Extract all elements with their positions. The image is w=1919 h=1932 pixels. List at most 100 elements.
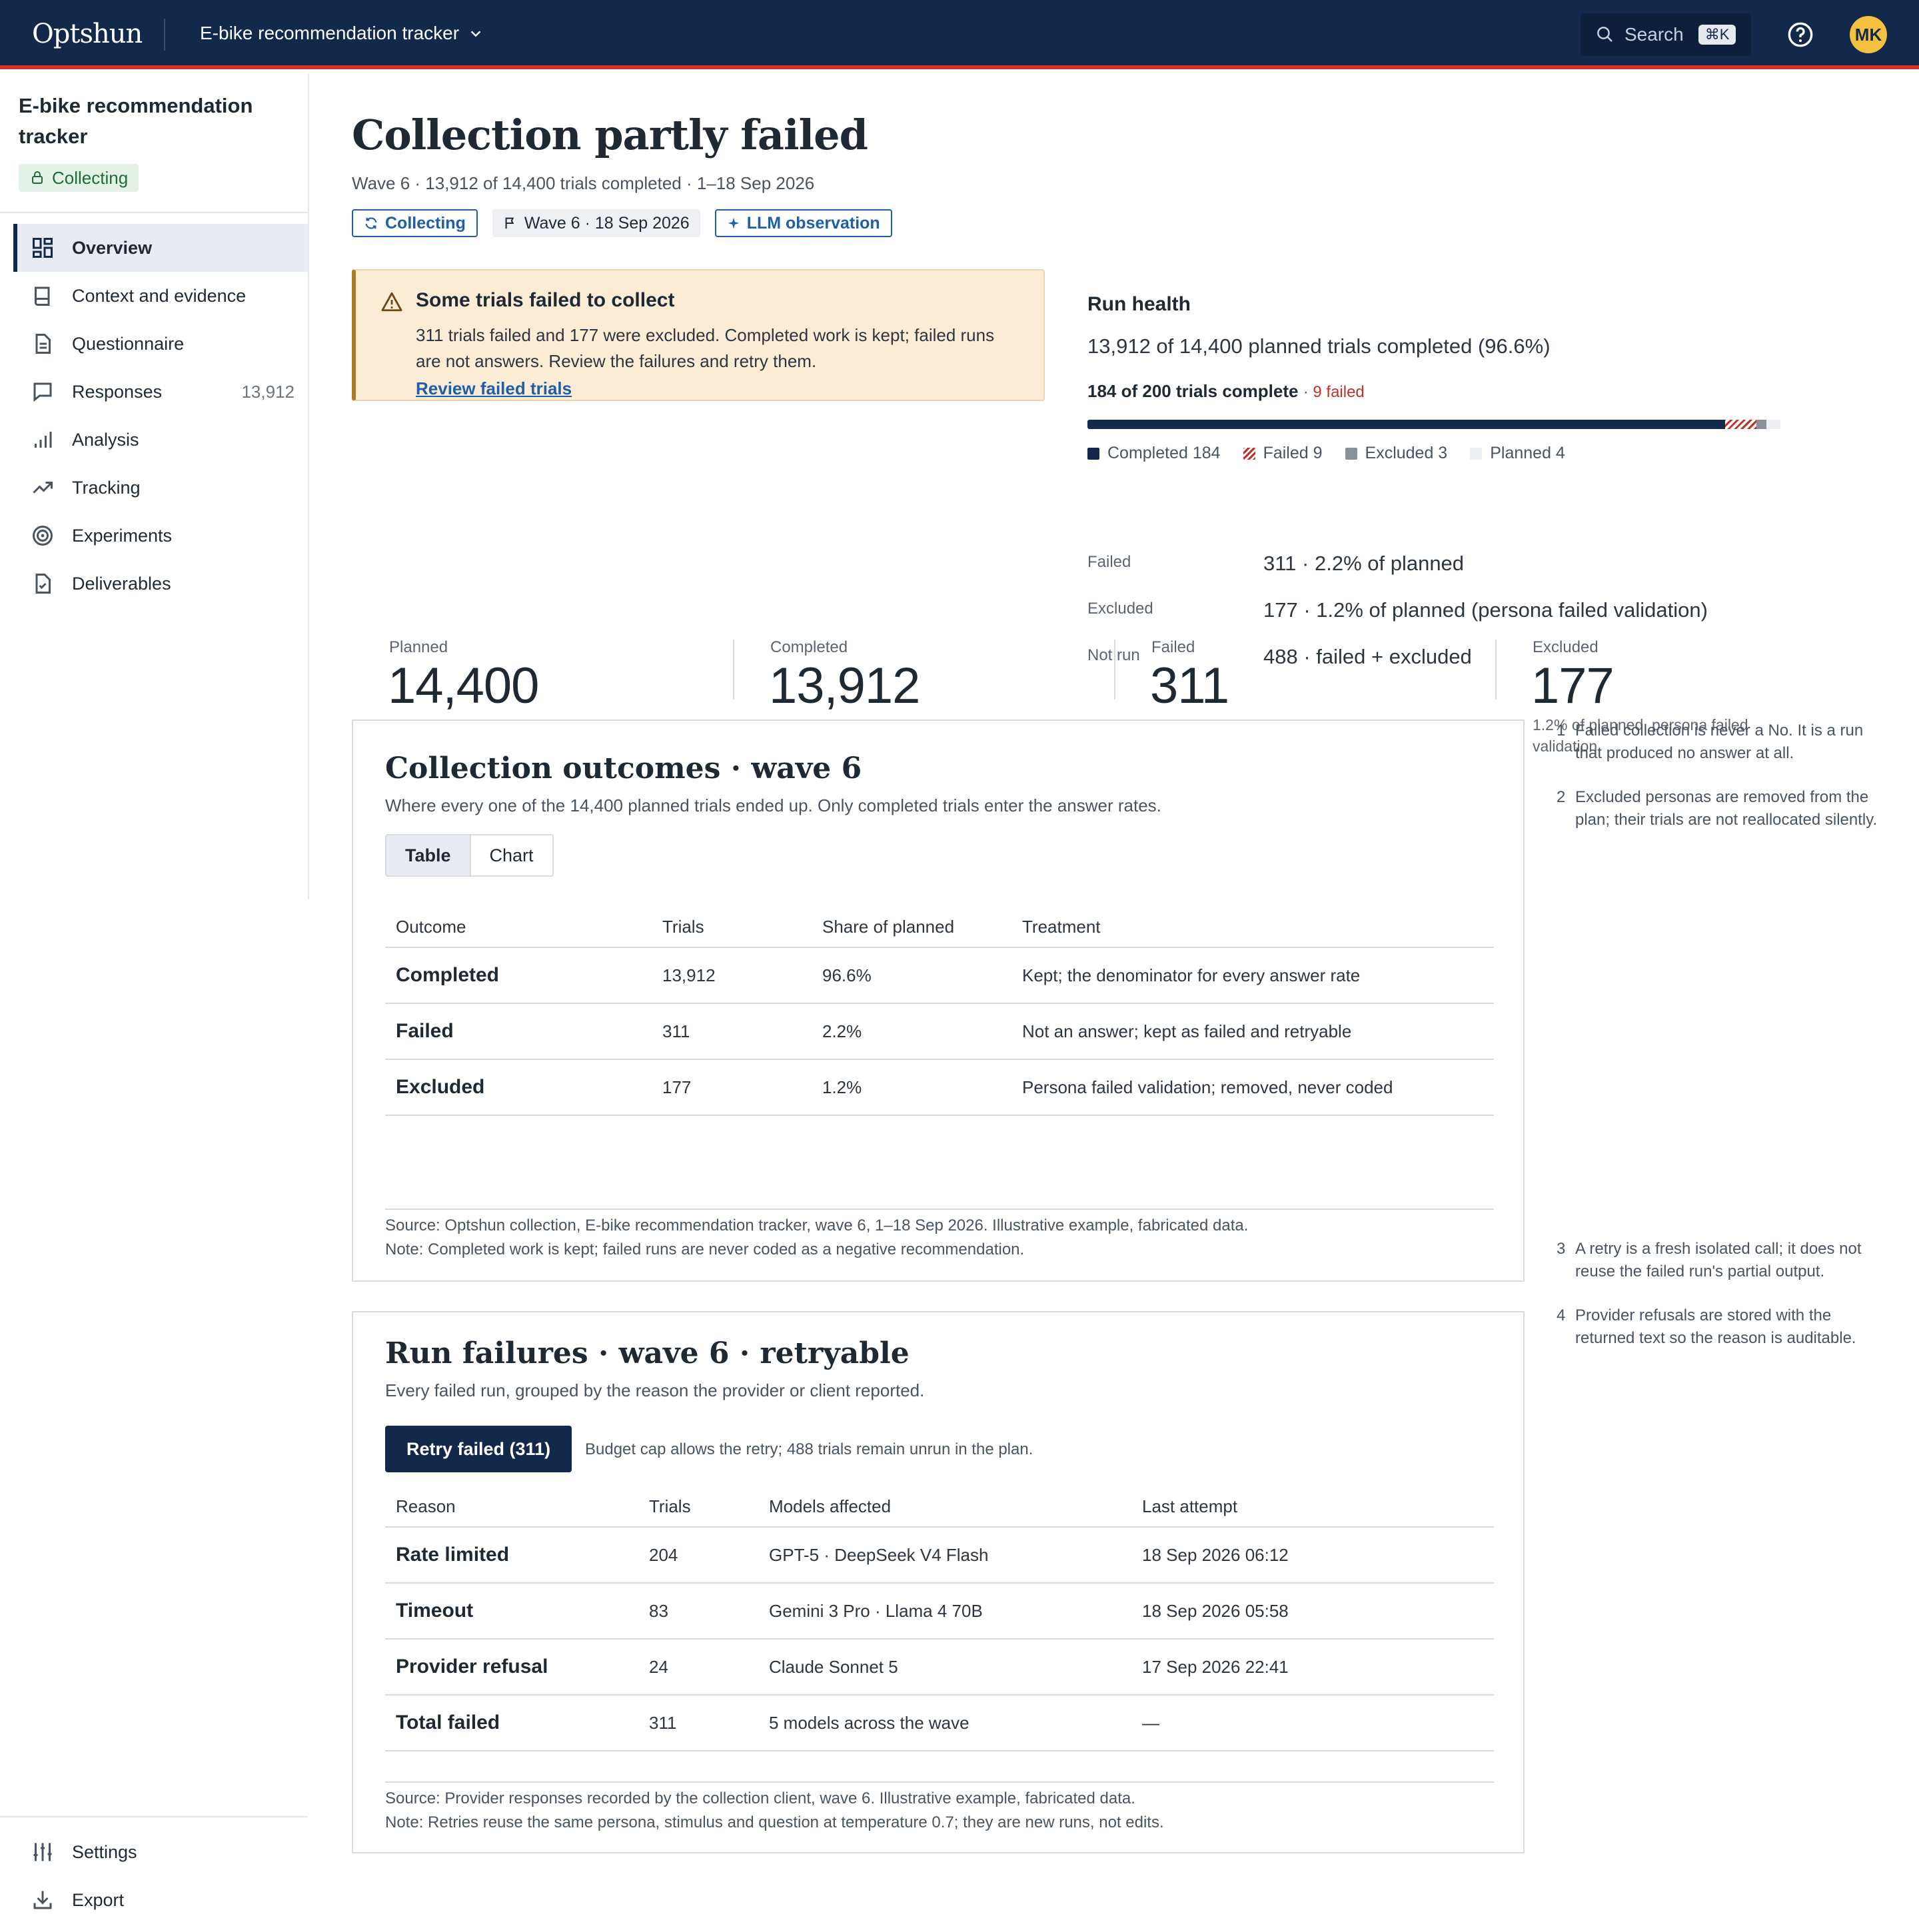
retry-failed-button[interactable]: Retry failed (311) <box>385 1426 572 1472</box>
stat-planned: Planned 14,400 <box>352 630 698 714</box>
health-row-value: 311 · 2.2% of planned <box>1263 552 1465 575</box>
side-note: 4 Provider refusals are stored with the r… <box>1533 1304 1879 1350</box>
side-note: 3 A retry is a fresh isolated call; it do… <box>1533 1238 1879 1283</box>
sidebar-item-label: Responses <box>72 381 163 402</box>
progress-bar <box>1087 420 1780 429</box>
stat-divider <box>733 640 734 700</box>
column-header: Share of planned <box>812 907 1011 948</box>
table-cell: 83 <box>638 1583 758 1640</box>
sliders-icon <box>33 1843 52 1861</box>
chip-label: Collecting <box>385 213 466 233</box>
table-row: Excluded 177 1.2% Persona failed validat… <box>385 1059 1494 1116</box>
source-divider <box>385 1781 1494 1783</box>
review-failed-link[interactable]: Review failed trials <box>416 378 572 399</box>
collecting-chip[interactable]: Collecting <box>352 209 478 237</box>
sidebar-item-deliverables[interactable]: Deliverables <box>13 560 308 608</box>
sidebar-project-title: E-bike recommendation tracker <box>19 94 253 148</box>
chip-label: Wave 6 · 18 Sep 2026 <box>524 213 690 233</box>
sidebar-divider <box>0 212 308 213</box>
alert-body: 311 trials failed and 177 were excluded.… <box>416 325 995 371</box>
search-button[interactable]: Search ⌘K <box>1581 13 1751 56</box>
sidebar-item-label: Analysis <box>72 429 139 450</box>
note-text: Provider refusals are stored with the re… <box>1575 1306 1856 1347</box>
retry-note: Budget cap allows the retry; 488 trials … <box>585 1440 1033 1458</box>
table-cell: 17 Sep 2026 22:41 <box>1131 1639 1494 1695</box>
sidebar-item-settings[interactable]: Settings <box>13 1828 308 1876</box>
column-header: Outcome <box>385 907 652 948</box>
note-number: 4 <box>1557 1306 1566 1324</box>
sidebar-item-questionnaire[interactable]: Questionnaire <box>13 320 308 368</box>
logo[interactable]: Optshun <box>32 19 143 49</box>
page-subtitle: Wave 6 · 13,912 of 14,400 trials complet… <box>352 173 815 193</box>
stat-row: Planned 14,400 Completed 13,912 Failed 3… <box>352 630 1884 755</box>
document-icon <box>35 334 51 354</box>
table-cell: 96.6% <box>812 947 1011 1004</box>
column-header: Treatment <box>1011 907 1494 948</box>
topbar-divider <box>164 19 165 51</box>
wave-chip: Wave 6 · 18 Sep 2026 <box>492 209 700 237</box>
table-cell: Completed <box>385 947 652 1004</box>
column-header: Trials <box>652 907 812 948</box>
outcomes-title: Collection outcomes · wave 6 <box>385 751 862 785</box>
table-cell: Rate limited <box>385 1527 638 1584</box>
sidebar-item-label: Experiments <box>72 525 173 546</box>
sidebar-item-label: Tracking <box>72 477 141 498</box>
legend-completed: Completed 184 <box>1087 444 1221 463</box>
table-row: Total failed 311 5 models across the wav… <box>385 1695 1494 1751</box>
sidebar-item-responses[interactable]: Responses 13,912 <box>13 368 308 416</box>
speech-bubble-icon <box>33 382 52 402</box>
project-switcher[interactable]: E-bike recommendation tracker <box>200 23 483 44</box>
stat-value: 13,912 <box>769 658 920 714</box>
table-header-row: Outcome Trials Share of planned Treatmen… <box>385 907 1494 948</box>
search-shortcut: ⌘K <box>1698 25 1736 45</box>
stat-value: 311 <box>1150 658 1229 714</box>
table-view-button[interactable]: Table <box>386 835 471 875</box>
table-cell: Not an answer; kept as failed and retrya… <box>1011 1003 1494 1060</box>
table-cell: 2.2% <box>812 1003 1011 1060</box>
health-row-label: Failed <box>1087 553 1131 571</box>
failures-note: Note: Retries reuse the same persona, st… <box>385 1813 1164 1831</box>
sidebar-item-export[interactable]: Export <box>13 1876 308 1924</box>
outcomes-table: Outcome Trials Share of planned Treatmen… <box>385 907 1494 1116</box>
sidebar-footer-divider <box>0 1816 308 1817</box>
progress-failed: · 9 failed <box>1303 383 1365 401</box>
sidebar-item-experiments[interactable]: Experiments <box>13 512 308 560</box>
table-cell: 24 <box>638 1639 758 1695</box>
help-icon[interactable] <box>1787 21 1814 48</box>
outcomes-source: Source: Optshun collection, E-bike recom… <box>385 1216 1249 1234</box>
chart-view-button[interactable]: Chart <box>471 835 552 875</box>
health-row-value: 177 · 1.2% of planned (persona failed va… <box>1263 598 1708 622</box>
note-number: 2 <box>1557 788 1566 806</box>
warning-icon <box>381 292 402 312</box>
status-chips: Collecting Wave 6 · 18 Sep 2026 LLM obse… <box>352 209 892 237</box>
stat-label: Completed <box>770 638 848 656</box>
stat-completed: Completed 13,912 <box>733 630 1079 714</box>
table-cell: Total failed <box>385 1695 638 1751</box>
llm-observation-chip[interactable]: LLM observation <box>714 209 892 237</box>
sidebar-item-analysis[interactable]: Analysis <box>13 416 308 464</box>
avatar[interactable]: MK <box>1850 16 1887 53</box>
sidebar: E-bike recommendation tracker Collecting… <box>0 73 309 1932</box>
sidebar-item-overview[interactable]: Overview <box>13 224 308 272</box>
run-health-title: Run health <box>1087 293 1191 315</box>
stat-excluded: Excluded 177 1.2% of planned, persona fa… <box>1495 630 1842 755</box>
sidebar-item-context[interactable]: Context and evidence <box>13 272 308 320</box>
table-cell: — <box>1131 1695 1494 1751</box>
progress-planned-segment <box>1766 420 1780 429</box>
table-cell: Failed <box>385 1003 652 1060</box>
search-label: Search <box>1624 24 1684 45</box>
side-note: 2 Excluded personas are removed from the … <box>1533 786 1879 831</box>
outcomes-subtitle: Where every one of the 14,400 planned tr… <box>385 795 1161 815</box>
column-header: Trials <box>638 1487 758 1528</box>
status-badge: Collecting <box>19 164 139 192</box>
progress-excluded-segment <box>1756 420 1767 429</box>
top-bar: Optshun E-bike recommendation tracker Se… <box>0 0 1919 69</box>
table-cell: GPT-5 · DeepSeek V4 Flash <box>758 1527 1131 1584</box>
sidebar-item-tracking[interactable]: Tracking <box>13 464 308 512</box>
failures-source: Source: Provider responses recorded by t… <box>385 1789 1135 1807</box>
health-row-label: Excluded <box>1087 600 1153 618</box>
table-row: Provider refusal 24 Claude Sonnet 5 17 S… <box>385 1639 1494 1695</box>
failures-subtitle: Every failed run, grouped by the reason … <box>385 1380 925 1400</box>
progress-legend: Completed 184 Failed 9 Excluded 3 Planne… <box>1087 444 1565 463</box>
note-text: Excluded personas are removed from the p… <box>1575 788 1878 829</box>
